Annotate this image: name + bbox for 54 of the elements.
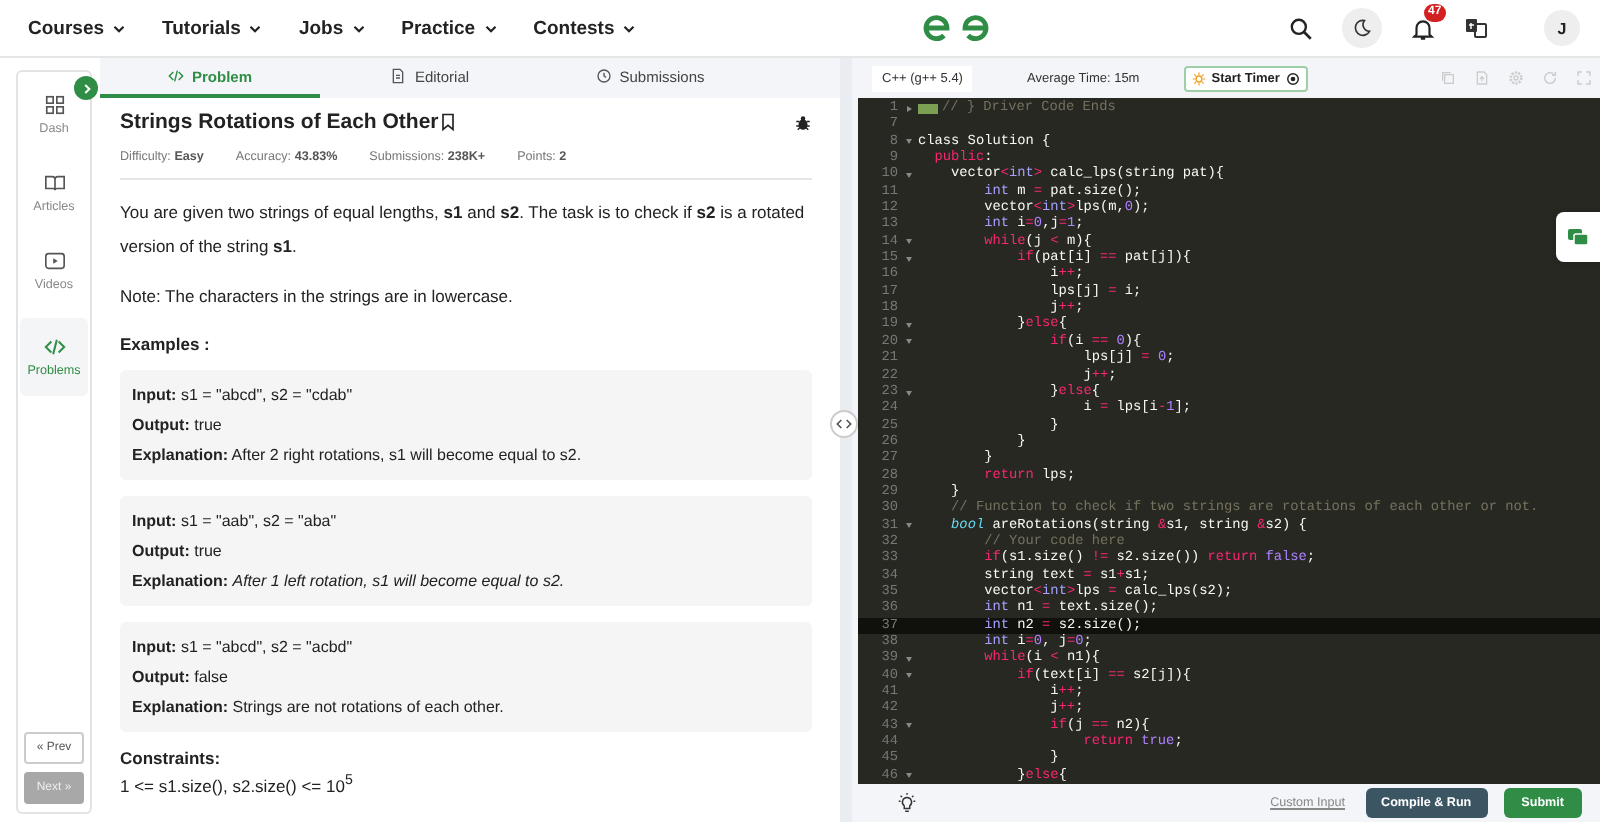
chat-icon <box>1566 225 1590 249</box>
nav-menu[interactable]: Courses <box>28 17 129 39</box>
panel-resize-handle[interactable] <box>830 410 858 438</box>
fold-arrow-icon[interactable] <box>903 520 913 531</box>
code-editor[interactable] <box>858 98 1600 784</box>
chevron-icon <box>79 81 93 95</box>
translate-icon[interactable] <box>1463 16 1488 40</box>
problem-text: Note: The characters in the strings are in lowercase. <box>120 284 515 310</box>
input-text: Input: s1 = "abcd", s2 = "cdab" <box>132 384 355 408</box>
video-icon <box>43 250 65 272</box>
output-text: Output: false <box>132 666 230 690</box>
chat-button[interactable] <box>1556 212 1600 262</box>
moon-icon <box>1351 18 1372 38</box>
nav-menu[interactable]: Contests <box>533 17 639 39</box>
document-icon <box>390 68 407 84</box>
nav-menu[interactable]: Tutorials <box>162 17 265 39</box>
nav-menu[interactable]: Jobs <box>298 17 368 39</box>
grid-icon <box>43 94 65 116</box>
sun-icon <box>1191 71 1206 85</box>
input-text: Input: s1 = "aab", s2 = "aba" <box>132 510 339 534</box>
code-icon <box>836 416 852 432</box>
fold-arrow-icon[interactable] <box>903 720 913 731</box>
logo-icon <box>919 10 992 46</box>
lightbulb-icon[interactable] <box>896 792 918 814</box>
play-circle-icon <box>1285 71 1300 85</box>
search-icon[interactable] <box>1287 15 1314 41</box>
input-text: Input: s1 = "abcd", s2 = "acbd" <box>132 636 355 660</box>
bookmark-icon[interactable] <box>438 112 459 132</box>
section-heading: Examples : <box>120 334 212 354</box>
explanation-text: Explanation: Strings are not rotations of each other. <box>132 696 506 720</box>
book-icon <box>43 172 65 194</box>
avatar[interactable]: J <box>1543 10 1580 46</box>
constraint-text: 1 <= s1.size(), s2.size() <= 10$^{5}$ <box>120 772 355 796</box>
folded-code-marker[interactable] <box>918 104 938 114</box>
code-icon <box>43 336 65 358</box>
fold-arrow-icon[interactable] <box>903 770 913 781</box>
fold-arrow-icon[interactable] <box>903 103 913 114</box>
dark-mode-toggle[interactable] <box>1341 8 1382 48</box>
output-text: Output: true <box>132 414 224 438</box>
clock-icon <box>595 68 612 84</box>
code-icon <box>167 68 184 84</box>
expand-toggle[interactable] <box>74 76 98 100</box>
problem-title: Strings Rotations of Each Other <box>120 110 439 134</box>
problem-text: You are given two strings of equal lengths, s1 and s2. The task is to check if s2 is a rotated version of the string s1. <box>120 200 807 260</box>
nav-menu[interactable]: Practice <box>401 17 500 39</box>
explanation-text: Explanation: After 2 right rotations, s1 will become equal to s2. <box>132 444 584 468</box>
output-text: Output: true <box>132 540 224 564</box>
fold-arrow-icon[interactable] <box>903 170 913 181</box>
fold-arrow-icon[interactable] <box>903 136 913 147</box>
fold-arrow-icon[interactable] <box>903 387 913 398</box>
bell-icon[interactable] <box>1409 15 1436 41</box>
section-heading: Constraints: <box>120 748 223 768</box>
explanation-text: Explanation: After 1 left rotation, s1 will become equal to s2. <box>132 570 567 594</box>
bug-icon[interactable] <box>794 113 812 131</box>
